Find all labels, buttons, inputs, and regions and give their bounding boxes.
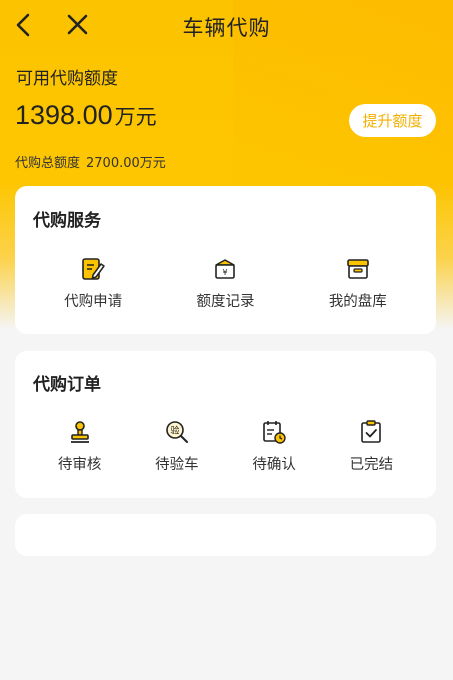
order-pending-confirm[interactable]: 待确认	[226, 419, 323, 474]
stamp-icon	[70, 421, 89, 443]
order-pending-confirm-label: 待确认	[252, 457, 296, 473]
order-pending-review-label: 待审核	[57, 457, 102, 473]
clipboard-check-icon	[361, 420, 382, 443]
service-apply[interactable]: 代购申请	[27, 256, 159, 311]
services-title: 代购服务	[33, 211, 101, 231]
order-pending-review[interactable]: 待审核	[31, 419, 128, 474]
quota-amount: 1398.00	[15, 100, 113, 130]
service-my-inventory[interactable]: 我的盘库	[292, 256, 424, 311]
orders-card: 代购订单 待审核 验 待验车 待确认 已完结	[15, 351, 436, 498]
top-bar: 车辆代购	[0, 0, 453, 52]
available-quota-value: 1398.00万元	[15, 100, 157, 131]
total-quota-value: 2700.00万元	[86, 156, 166, 171]
total-quota-label: 代购总额度	[15, 156, 81, 171]
svg-text:¥: ¥	[223, 268, 228, 277]
service-quota-record-label: 额度记录	[196, 294, 255, 310]
services-grid: 代购申请 ¥ 额度记录 我的盘库	[15, 256, 436, 311]
inspect-search-icon: 验	[166, 421, 188, 443]
orders-title: 代购订单	[33, 375, 101, 395]
raise-quota-button[interactable]: 提升额度	[349, 104, 436, 137]
empty-card	[15, 514, 436, 556]
svg-text:验: 验	[170, 425, 179, 437]
services-card: 代购服务 代购申请 ¥ 额度记录 我的盘库	[15, 186, 436, 334]
quota-unit: 万元	[114, 105, 157, 129]
page-title: 车辆代购	[182, 16, 271, 40]
total-quota: 代购总额度 2700.00万元	[15, 152, 166, 171]
edit-form-icon	[82, 258, 105, 280]
service-quota-record[interactable]: ¥ 额度记录	[159, 256, 291, 311]
order-completed[interactable]: 已完结	[323, 419, 420, 474]
orders-grid: 待审核 验 待验车 待确认 已完结	[15, 419, 436, 474]
service-apply-label: 代购申请	[64, 294, 123, 310]
order-pending-inspection[interactable]: 验 待验车	[128, 419, 225, 474]
available-quota-label: 可用代购额度	[16, 69, 118, 89]
order-completed-label: 已完结	[349, 457, 394, 473]
service-my-inventory-label: 我的盘库	[328, 294, 387, 310]
order-pending-inspection-label: 待验车	[155, 457, 199, 473]
money-box-icon: ¥	[215, 259, 236, 279]
inventory-box-icon	[347, 259, 369, 279]
calendar-clock-icon	[263, 421, 286, 444]
